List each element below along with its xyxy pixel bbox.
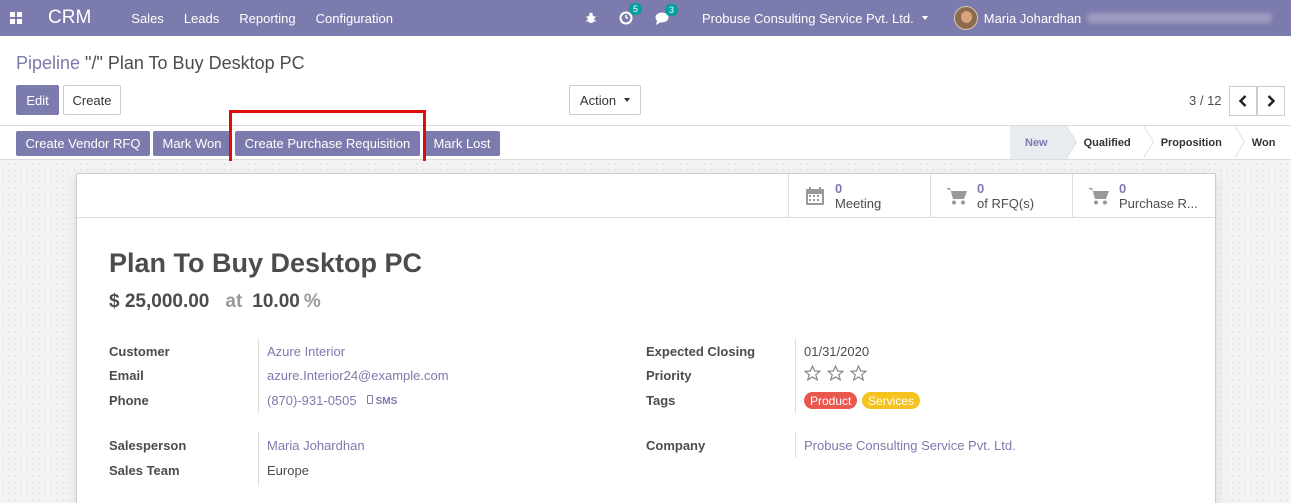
purchase-requisition-smart-button[interactable]: 0 Purchase R... <box>1072 174 1214 217</box>
revenue-line: $ 25,000.00 at 10.00 % <box>109 291 321 313</box>
customer-label: Customer <box>109 344 170 359</box>
company-label: Company <box>646 438 706 453</box>
chevron-left-icon <box>1239 95 1247 107</box>
company-name: Probuse Consulting Service Pvt. Ltd. <box>702 10 914 26</box>
tag-services[interactable]: Services <box>862 392 921 409</box>
purchase-requisition-label: Purchase R... <box>1119 195 1198 211</box>
message-count-badge: 3 <box>665 3 679 16</box>
rfq-smart-button[interactable]: 0 of RFQ(s) <box>930 174 1072 217</box>
phone-label: Phone <box>109 393 149 408</box>
mark-lost-button[interactable]: Mark Lost <box>424 131 500 156</box>
phone-value[interactable]: (870)-931-0505 <box>267 393 357 408</box>
star-icon[interactable] <box>850 365 867 381</box>
edit-button[interactable]: Edit <box>16 85 59 115</box>
send-sms-button[interactable]: SMS <box>366 394 398 407</box>
chevron-down-icon <box>921 16 928 20</box>
sales-team-value[interactable]: Europe <box>267 463 309 478</box>
email-label: Email <box>109 368 144 383</box>
breadcrumb: Pipeline "/" Plan To Buy Desktop PC <box>16 53 305 74</box>
salesperson-value[interactable]: Maria Johardhan <box>267 438 365 453</box>
company-switcher[interactable]: Probuse Consulting Service Pvt. Ltd. <box>702 11 928 26</box>
pager-value[interactable]: 3 / 12 <box>1189 93 1222 108</box>
star-icon[interactable] <box>804 365 821 381</box>
apps-menu-icon[interactable] <box>0 0 32 36</box>
cart-icon <box>945 187 969 205</box>
priority-stars <box>804 365 873 381</box>
menu-leads[interactable]: Leads <box>184 11 219 26</box>
chevron-right-icon <box>1267 95 1275 107</box>
activity-count-badge: 5 <box>629 3 643 15</box>
rfq-count: 0 <box>977 180 985 196</box>
mark-won-button[interactable]: Mark Won <box>153 131 231 156</box>
app-brand[interactable]: CRM <box>48 7 91 29</box>
star-icon[interactable] <box>827 365 844 381</box>
breadcrumb-pipeline-link[interactable]: Pipeline <box>16 53 80 73</box>
sms-label: SMS <box>375 395 398 407</box>
messages-chat-icon[interactable]: 3 <box>655 3 679 25</box>
cart-icon <box>1087 187 1111 205</box>
menu-reporting[interactable]: Reporting <box>239 11 295 26</box>
action-label: Action <box>579 92 617 108</box>
purchase-requisition-count: 0 <box>1119 180 1127 196</box>
pager-previous-button[interactable] <box>1229 86 1257 116</box>
caret-down-icon <box>624 98 631 102</box>
mobile-icon <box>366 394 373 404</box>
create-vendor-rfq-button[interactable]: Create Vendor RFQ <box>16 131 150 156</box>
meeting-label: Meeting <box>835 195 882 211</box>
probability-value[interactable]: 10.00 <box>252 291 300 313</box>
field-divider <box>795 339 796 413</box>
percent-sign: % <box>303 291 321 312</box>
menu-sales[interactable]: Sales <box>131 11 164 26</box>
expected-closing-value[interactable]: 01/31/2020 <box>804 344 869 359</box>
tag-product[interactable]: Product <box>804 392 858 409</box>
breadcrumb-current: Plan To Buy Desktop PC <box>107 53 305 73</box>
pager-next-button[interactable] <box>1257 86 1285 116</box>
stage-proposition[interactable]: Proposition <box>1145 126 1236 159</box>
action-dropdown[interactable]: Action <box>569 85 641 115</box>
top-navbar: CRM Sales Leads Reporting Configuration … <box>0 0 1291 36</box>
tags-label: Tags <box>646 393 676 408</box>
activity-clock-icon[interactable]: 5 <box>619 3 643 25</box>
stage-pipeline: New Qualified Proposition Won <box>1010 126 1289 159</box>
breadcrumb-separator: "/" <box>80 53 108 73</box>
customer-value[interactable]: Azure Interior <box>267 344 345 359</box>
stage-won[interactable]: Won <box>1236 126 1290 159</box>
meeting-count: 0 <box>835 180 843 196</box>
field-divider <box>258 432 259 486</box>
avatar[interactable] <box>953 6 978 30</box>
blurred-database-name <box>1087 13 1273 23</box>
form-sheet: 0 Meeting 0 of RFQ(s) 0 Purchase R... Plan … <box>76 173 1216 503</box>
sales-team-label: Sales Team <box>109 463 180 478</box>
expected-revenue[interactable]: $ 25,000.00 <box>109 291 209 313</box>
form-statusbar: Create Vendor RFQ Mark Won Create Purcha… <box>0 126 1291 160</box>
field-divider <box>258 339 259 413</box>
salesperson-label: Salesperson <box>109 438 187 453</box>
stage-new[interactable]: New <box>1010 126 1068 159</box>
control-panel: Pipeline "/" Plan To Buy Desktop PC Edit… <box>0 36 1291 126</box>
priority-label: Priority <box>646 368 692 383</box>
field-divider <box>795 432 796 458</box>
at-label: at <box>225 291 243 312</box>
meeting-smart-button[interactable]: 0 Meeting <box>788 174 930 217</box>
create-button[interactable]: Create <box>63 85 121 115</box>
calendar-icon <box>803 186 827 206</box>
email-value[interactable]: azure.Interior24@example.com <box>267 368 449 383</box>
user-name[interactable]: Maria Johardhan <box>984 11 1082 26</box>
menu-configuration[interactable]: Configuration <box>316 11 393 26</box>
stage-qualified[interactable]: Qualified <box>1068 126 1145 159</box>
rfq-label: of RFQ(s) <box>977 195 1035 211</box>
record-title[interactable]: Plan To Buy Desktop PC <box>109 248 422 279</box>
debug-bug-icon[interactable] <box>585 12 597 24</box>
company-value[interactable]: Probuse Consulting Service Pvt. Ltd. <box>804 438 1016 453</box>
expected-closing-label: Expected Closing <box>646 344 756 359</box>
smart-button-box: 0 Meeting 0 of RFQ(s) 0 Purchase R... <box>77 174 1215 218</box>
phone-field: (870)-931-0505 SMS <box>267 393 397 408</box>
